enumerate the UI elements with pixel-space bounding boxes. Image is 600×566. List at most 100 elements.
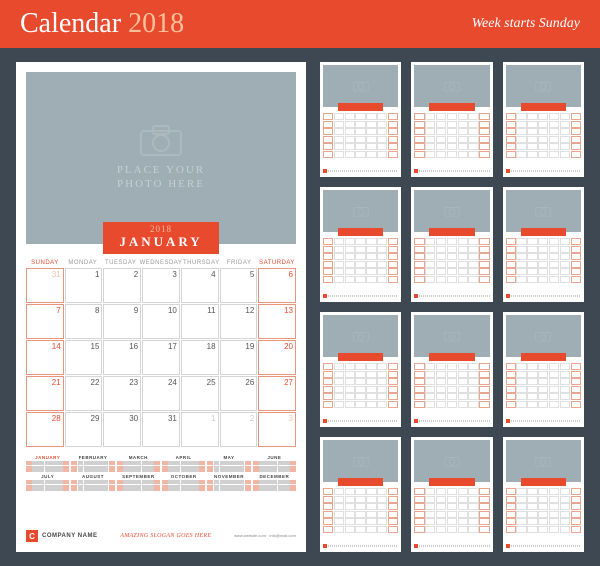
day-headers: SUNDAYMONDAYTUESDAYWEDNESDAYTHURSDAYFRID… bbox=[26, 260, 296, 266]
camera-icon bbox=[444, 455, 460, 467]
thumb-badge bbox=[429, 478, 474, 486]
camera-icon bbox=[535, 80, 551, 92]
camera-icon bbox=[353, 330, 369, 342]
date-cell: 8 bbox=[65, 304, 103, 339]
day-header: SUNDAY bbox=[26, 260, 64, 266]
camera-icon bbox=[353, 455, 369, 467]
thumb-photo bbox=[414, 190, 489, 232]
day-header: FRIDAY bbox=[220, 260, 258, 266]
thumb-photo bbox=[323, 65, 398, 107]
camera-icon bbox=[444, 80, 460, 92]
month-thumb bbox=[411, 437, 492, 552]
date-cell: 10 bbox=[142, 304, 180, 339]
date-cell: 2 bbox=[103, 268, 141, 303]
date-cell: 13 bbox=[258, 304, 296, 339]
mini-month: APRIL bbox=[162, 455, 205, 472]
mini-month: NOVEMBER bbox=[207, 474, 250, 491]
month-thumb bbox=[320, 62, 401, 177]
photo-placeholder: PLACE YOUR PHOTO HERE 2018 JANUARY bbox=[26, 72, 296, 244]
date-cell: 7 bbox=[26, 304, 64, 339]
thumb-photo bbox=[323, 315, 398, 357]
date-cell: 4 bbox=[181, 268, 219, 303]
date-cell: 17 bbox=[142, 340, 180, 375]
mini-month: DECEMBER bbox=[253, 474, 296, 491]
month-thumb bbox=[503, 312, 584, 427]
thumb-badge bbox=[338, 103, 383, 111]
date-cell: 31 bbox=[142, 412, 180, 447]
date-cell: 27 bbox=[258, 376, 296, 411]
thumb-photo bbox=[506, 440, 581, 482]
day-header: SATURDAY bbox=[258, 260, 296, 266]
date-cell: 23 bbox=[103, 376, 141, 411]
date-cell: 2 bbox=[220, 412, 258, 447]
date-cell: 30 bbox=[103, 412, 141, 447]
thumb-badge bbox=[521, 353, 566, 361]
date-cell: 25 bbox=[181, 376, 219, 411]
month-thumb bbox=[411, 62, 492, 177]
month-thumbnails bbox=[320, 62, 584, 552]
camera-icon bbox=[444, 205, 460, 217]
month-thumb bbox=[503, 62, 584, 177]
date-cell: 28 bbox=[26, 412, 64, 447]
brand-name: COMPANY NAME bbox=[42, 533, 97, 539]
camera-icon bbox=[535, 455, 551, 467]
brand-logo: C bbox=[26, 530, 38, 542]
contact-info: www.website.com · info@mail.com bbox=[234, 534, 296, 539]
date-cell: 19 bbox=[220, 340, 258, 375]
date-cell: 26 bbox=[220, 376, 258, 411]
poster-footer: C COMPANY NAME AMAZING SLOGAN GOES HERE … bbox=[26, 524, 296, 542]
month-thumb bbox=[411, 312, 492, 427]
thumb-badge bbox=[338, 228, 383, 236]
date-cells: 3112345678910111213141516171819202122232… bbox=[26, 268, 296, 447]
thumb-badge bbox=[338, 478, 383, 486]
date-cell: 3 bbox=[258, 412, 296, 447]
date-cell: 6 bbox=[258, 268, 296, 303]
mini-month: JULY bbox=[26, 474, 69, 491]
month-thumb bbox=[503, 437, 584, 552]
day-header: TUESDAY bbox=[102, 260, 140, 266]
thumb-badge bbox=[521, 228, 566, 236]
thumb-photo bbox=[414, 65, 489, 107]
date-cell: 9 bbox=[103, 304, 141, 339]
camera-icon bbox=[535, 330, 551, 342]
calendar-poster: PLACE YOUR PHOTO HERE 2018 JANUARY SUNDA… bbox=[16, 62, 306, 552]
date-cell: 21 bbox=[26, 376, 64, 411]
mini-month: AUGUST bbox=[71, 474, 114, 491]
date-cell: 16 bbox=[103, 340, 141, 375]
mini-month: OCTOBER bbox=[162, 474, 205, 491]
date-cell: 18 bbox=[181, 340, 219, 375]
mini-year-row: JANUARYFEBRUARYMARCHAPRILMAYJUNEJULYAUGU… bbox=[26, 455, 296, 491]
thumb-badge bbox=[429, 353, 474, 361]
date-cell: 11 bbox=[181, 304, 219, 339]
thumb-photo bbox=[414, 440, 489, 482]
mini-month: JUNE bbox=[253, 455, 296, 472]
camera-icon bbox=[353, 80, 369, 92]
thumb-photo bbox=[506, 315, 581, 357]
month-thumb bbox=[320, 312, 401, 427]
camera-icon bbox=[444, 330, 460, 342]
mini-month: MARCH bbox=[117, 455, 160, 472]
thumb-photo bbox=[506, 190, 581, 232]
thumb-photo bbox=[323, 190, 398, 232]
mini-month: SEPTEMBER bbox=[117, 474, 160, 491]
month-thumb bbox=[503, 187, 584, 302]
camera-icon bbox=[353, 205, 369, 217]
thumb-badge bbox=[338, 353, 383, 361]
camera-icon bbox=[139, 125, 183, 157]
main-content: PLACE YOUR PHOTO HERE 2018 JANUARY SUNDA… bbox=[0, 48, 600, 566]
header: Calendar 2018 Week starts Sunday bbox=[0, 0, 600, 48]
thumb-photo bbox=[323, 440, 398, 482]
month-badge: 2018 JANUARY bbox=[103, 222, 218, 254]
month-grid: SUNDAYMONDAYTUESDAYWEDNESDAYTHURSDAYFRID… bbox=[26, 260, 296, 447]
day-header: THURSDAY bbox=[182, 260, 220, 266]
camera-icon bbox=[535, 205, 551, 217]
date-cell: 20 bbox=[258, 340, 296, 375]
thumb-badge bbox=[429, 228, 474, 236]
slogan: AMAZING SLOGAN GOES HERE bbox=[101, 533, 230, 539]
date-cell: 29 bbox=[65, 412, 103, 447]
date-cell: 15 bbox=[65, 340, 103, 375]
date-cell: 31 bbox=[26, 268, 64, 303]
date-cell: 12 bbox=[220, 304, 258, 339]
thumb-badge bbox=[521, 478, 566, 486]
mini-month: FEBRUARY bbox=[71, 455, 114, 472]
